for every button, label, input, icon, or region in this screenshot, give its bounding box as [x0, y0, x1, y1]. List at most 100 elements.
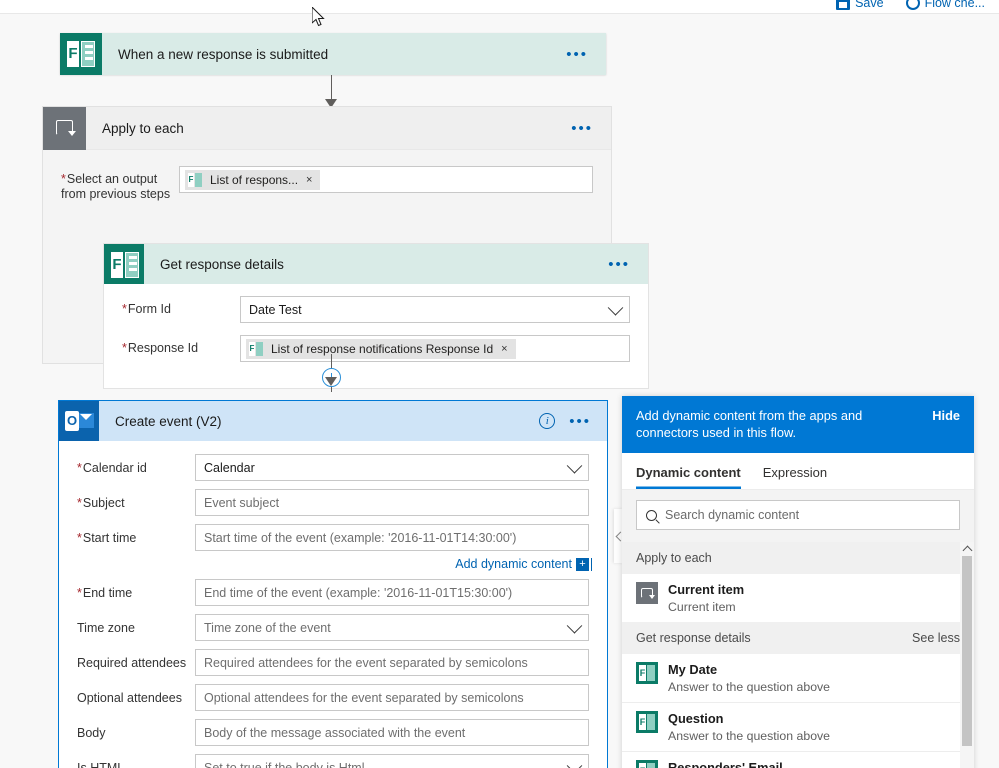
get-response-details-header[interactable]: F Get response details ••• — [104, 244, 648, 284]
group-see-toggle[interactable]: See less — [912, 631, 960, 645]
calendar-id-field-row: *Calendar id Calendar — [77, 454, 589, 481]
is-html-dropdown[interactable]: Set to true if the body is Html — [195, 754, 589, 768]
start-time-control: Start time of the event (example: '2016-… — [195, 524, 589, 551]
loop-icon — [43, 106, 86, 150]
add-dynamic-content-row: Add dynamic content + — [77, 557, 592, 571]
end-time-field-row: *End time End time of the event (example… — [77, 579, 589, 606]
dynamic-content-search-wrap: Search dynamic content — [622, 490, 974, 542]
end-time-control: End time of the event (example: '2016-11… — [195, 579, 589, 606]
calendar-id-dropdown[interactable]: Calendar — [195, 454, 589, 481]
trigger-menu-button[interactable]: ••• — [566, 47, 606, 62]
get-response-details-card: F Get response details ••• *Form Id Date… — [103, 243, 649, 389]
time-zone-dropdown[interactable]: Time zone of the event — [195, 614, 589, 641]
list-item[interactable]: F Responders' Email Email address of res… — [622, 751, 974, 768]
trigger-card[interactable]: F When a new response is submitted ••• — [60, 33, 606, 75]
list-item-description: Answer to the question above — [668, 729, 831, 743]
dynamic-content-list: Apply to each Current item Current item … — [622, 542, 974, 768]
list-item-name: Current item — [668, 582, 745, 597]
required-attendees-placeholder: Required attendees for the event separat… — [204, 655, 528, 670]
subject-field-row: *Subject Event subject — [77, 489, 589, 516]
hide-panel-button[interactable]: Hide — [932, 407, 960, 424]
list-item-description: Answer to the question above — [668, 680, 831, 694]
response-id-input[interactable]: F List of response notifications Respons… — [240, 335, 630, 362]
microsoft-forms-icon: F — [104, 244, 144, 284]
response-id-label: *Response Id — [122, 341, 199, 355]
flow-designer-page: Save Flow che... F When a new response i… — [0, 0, 999, 768]
microsoft-forms-icon: F — [60, 33, 102, 75]
required-attendees-control: Required attendees for the event separat… — [195, 649, 589, 676]
microsoft-forms-icon: F — [186, 171, 204, 189]
list-item-description: Current item — [668, 600, 736, 614]
required-attendees-input[interactable]: Required attendees for the event separat… — [195, 649, 589, 676]
loop-icon — [636, 582, 658, 604]
token-remove-icon[interactable]: × — [304, 174, 318, 186]
subject-input[interactable]: Event subject — [195, 489, 589, 516]
optional-attendees-label: Optional attendees — [77, 690, 182, 705]
required-marker: * — [61, 172, 66, 186]
list-item-meta: Current item Current item — [668, 582, 960, 615]
select-output-label: *Select an output from previous steps — [61, 172, 171, 201]
required-marker: * — [122, 341, 127, 355]
info-icon[interactable]: i — [539, 413, 556, 429]
list-item[interactable]: F My Date Answer to the question above — [622, 654, 974, 702]
microsoft-forms-icon: F — [636, 662, 658, 684]
tab-dynamic-content[interactable]: Dynamic content — [636, 453, 741, 489]
tab-expression[interactable]: Expression — [763, 453, 827, 489]
group-title: Get response details — [636, 631, 751, 645]
add-dynamic-content-link[interactable]: Add dynamic content — [455, 557, 572, 571]
outlook-icon: O — [59, 401, 99, 441]
dynamic-token-chip[interactable]: F List of respons... × — [185, 169, 321, 190]
list-item-name: Responders' Email — [668, 760, 783, 768]
dynamic-content-tabs: Dynamic content Expression — [622, 453, 974, 490]
form-id-label: *Form Id — [122, 302, 171, 316]
optional-attendees-field-row: Optional attendees Optional attendees fo… — [77, 684, 589, 711]
optional-attendees-control: Optional attendees for the event separat… — [195, 684, 589, 711]
get-response-details-menu-button[interactable]: ••• — [608, 257, 648, 272]
is-html-placeholder: Set to true if the body is Html — [204, 760, 365, 768]
token-remove-icon[interactable]: × — [499, 343, 513, 355]
create-event-header-actions: i ••• — [539, 413, 607, 429]
create-event-title: Create event (V2) — [115, 413, 222, 429]
save-icon — [836, 0, 851, 10]
scrollbar-thumb[interactable] — [962, 556, 972, 746]
start-time-input[interactable]: Start time of the event (example: '2016-… — [195, 524, 589, 551]
is-html-label: Is HTML — [77, 760, 125, 768]
list-item[interactable]: F Question Answer to the question above — [622, 702, 974, 751]
add-dynamic-content-plus-icon[interactable]: + — [576, 557, 592, 571]
connector-arrow-icon — [325, 377, 337, 386]
required-marker: * — [77, 460, 82, 475]
response-id-field-row: *Response Id F List of response notifica… — [122, 335, 630, 362]
flow-checker-icon — [905, 0, 920, 10]
list-item-name: Question — [668, 711, 724, 726]
flow-checker-button[interactable]: Flow che... — [905, 0, 985, 10]
optional-attendees-input[interactable]: Optional attendees for the event separat… — [195, 684, 589, 711]
is-html-field-row: Is HTML Set to true if the body is Html — [77, 754, 589, 768]
scroll-up-arrow-icon[interactable] — [960, 542, 974, 556]
time-zone-placeholder: Time zone of the event — [204, 620, 331, 635]
apply-to-each-header[interactable]: Apply to each ••• — [43, 106, 611, 150]
end-time-input[interactable]: End time of the event (example: '2016-11… — [195, 579, 589, 606]
grd-icon-wrap: F — [104, 244, 144, 284]
get-response-details-body: *Form Id Date Test *Response Id F List o… — [104, 284, 648, 388]
dynamic-token-chip[interactable]: F List of response notifications Respons… — [246, 338, 516, 359]
top-toolbar: Save Flow che... — [0, 0, 999, 14]
search-dynamic-content-input[interactable]: Search dynamic content — [636, 500, 960, 530]
connector-line — [331, 387, 332, 392]
start-time-placeholder: Start time of the event (example: '2016-… — [204, 530, 517, 545]
create-event-header[interactable]: O Create event (V2) i ••• — [59, 401, 607, 441]
list-item-name: My Date — [668, 662, 718, 677]
dynamic-content-scrollbar[interactable] — [960, 542, 974, 768]
select-output-field-row: *Select an output from previous steps F … — [61, 166, 593, 202]
group-header-get-response-details: Get response details See less — [622, 622, 974, 654]
list-item[interactable]: Current item Current item — [622, 574, 974, 622]
connector-line — [331, 75, 332, 102]
select-output-input[interactable]: F List of respons... × — [179, 166, 593, 193]
create-event-menu-button[interactable]: ••• — [569, 414, 591, 429]
body-input[interactable]: Body of the message associated with the … — [195, 719, 589, 746]
apply-to-each-menu-button[interactable]: ••• — [571, 121, 611, 136]
form-id-dropdown[interactable]: Date Test — [240, 296, 630, 323]
subject-label: *Subject — [77, 495, 125, 510]
save-button[interactable]: Save — [836, 0, 884, 10]
group-header-apply-to-each: Apply to each — [622, 542, 974, 574]
microsoft-forms-icon: F — [636, 760, 658, 768]
